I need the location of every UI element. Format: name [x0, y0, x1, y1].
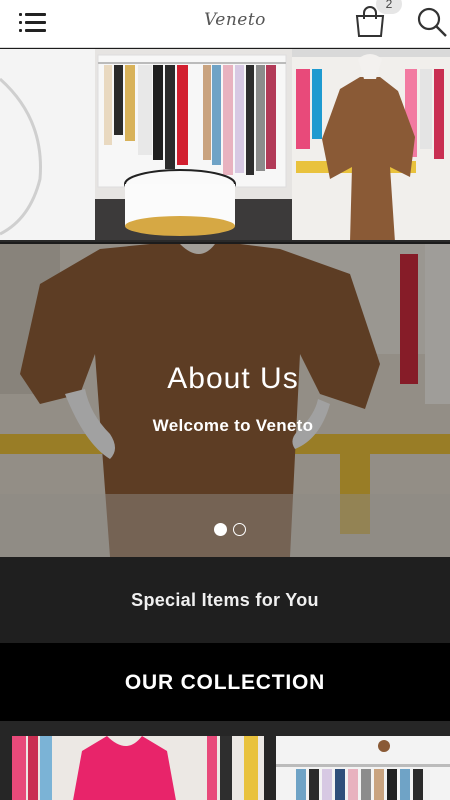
carousel-dot-1[interactable]	[214, 523, 227, 536]
brand-logo[interactable]: Veneto	[175, 10, 295, 30]
collection-grid	[0, 721, 450, 800]
hero-title: About Us	[167, 362, 299, 395]
hero-slide-image[interactable]	[0, 244, 450, 557]
menu-list-icon[interactable]	[18, 11, 48, 35]
product-card[interactable]	[12, 736, 264, 800]
hero-subtitle: Welcome to Veneto	[152, 416, 314, 435]
search-icon[interactable]	[415, 4, 449, 38]
carousel-indicators	[214, 523, 246, 537]
special-items-heading[interactable]: Special Items for You	[0, 557, 450, 643]
collection-heading: OUR COLLECTION	[0, 643, 450, 721]
carousel-dot-2[interactable]	[233, 523, 246, 536]
app-header: Veneto 2	[0, 0, 450, 48]
cart-count-badge: 2	[376, 0, 402, 14]
store-banner-image	[0, 49, 450, 242]
product-card[interactable]	[276, 736, 450, 800]
